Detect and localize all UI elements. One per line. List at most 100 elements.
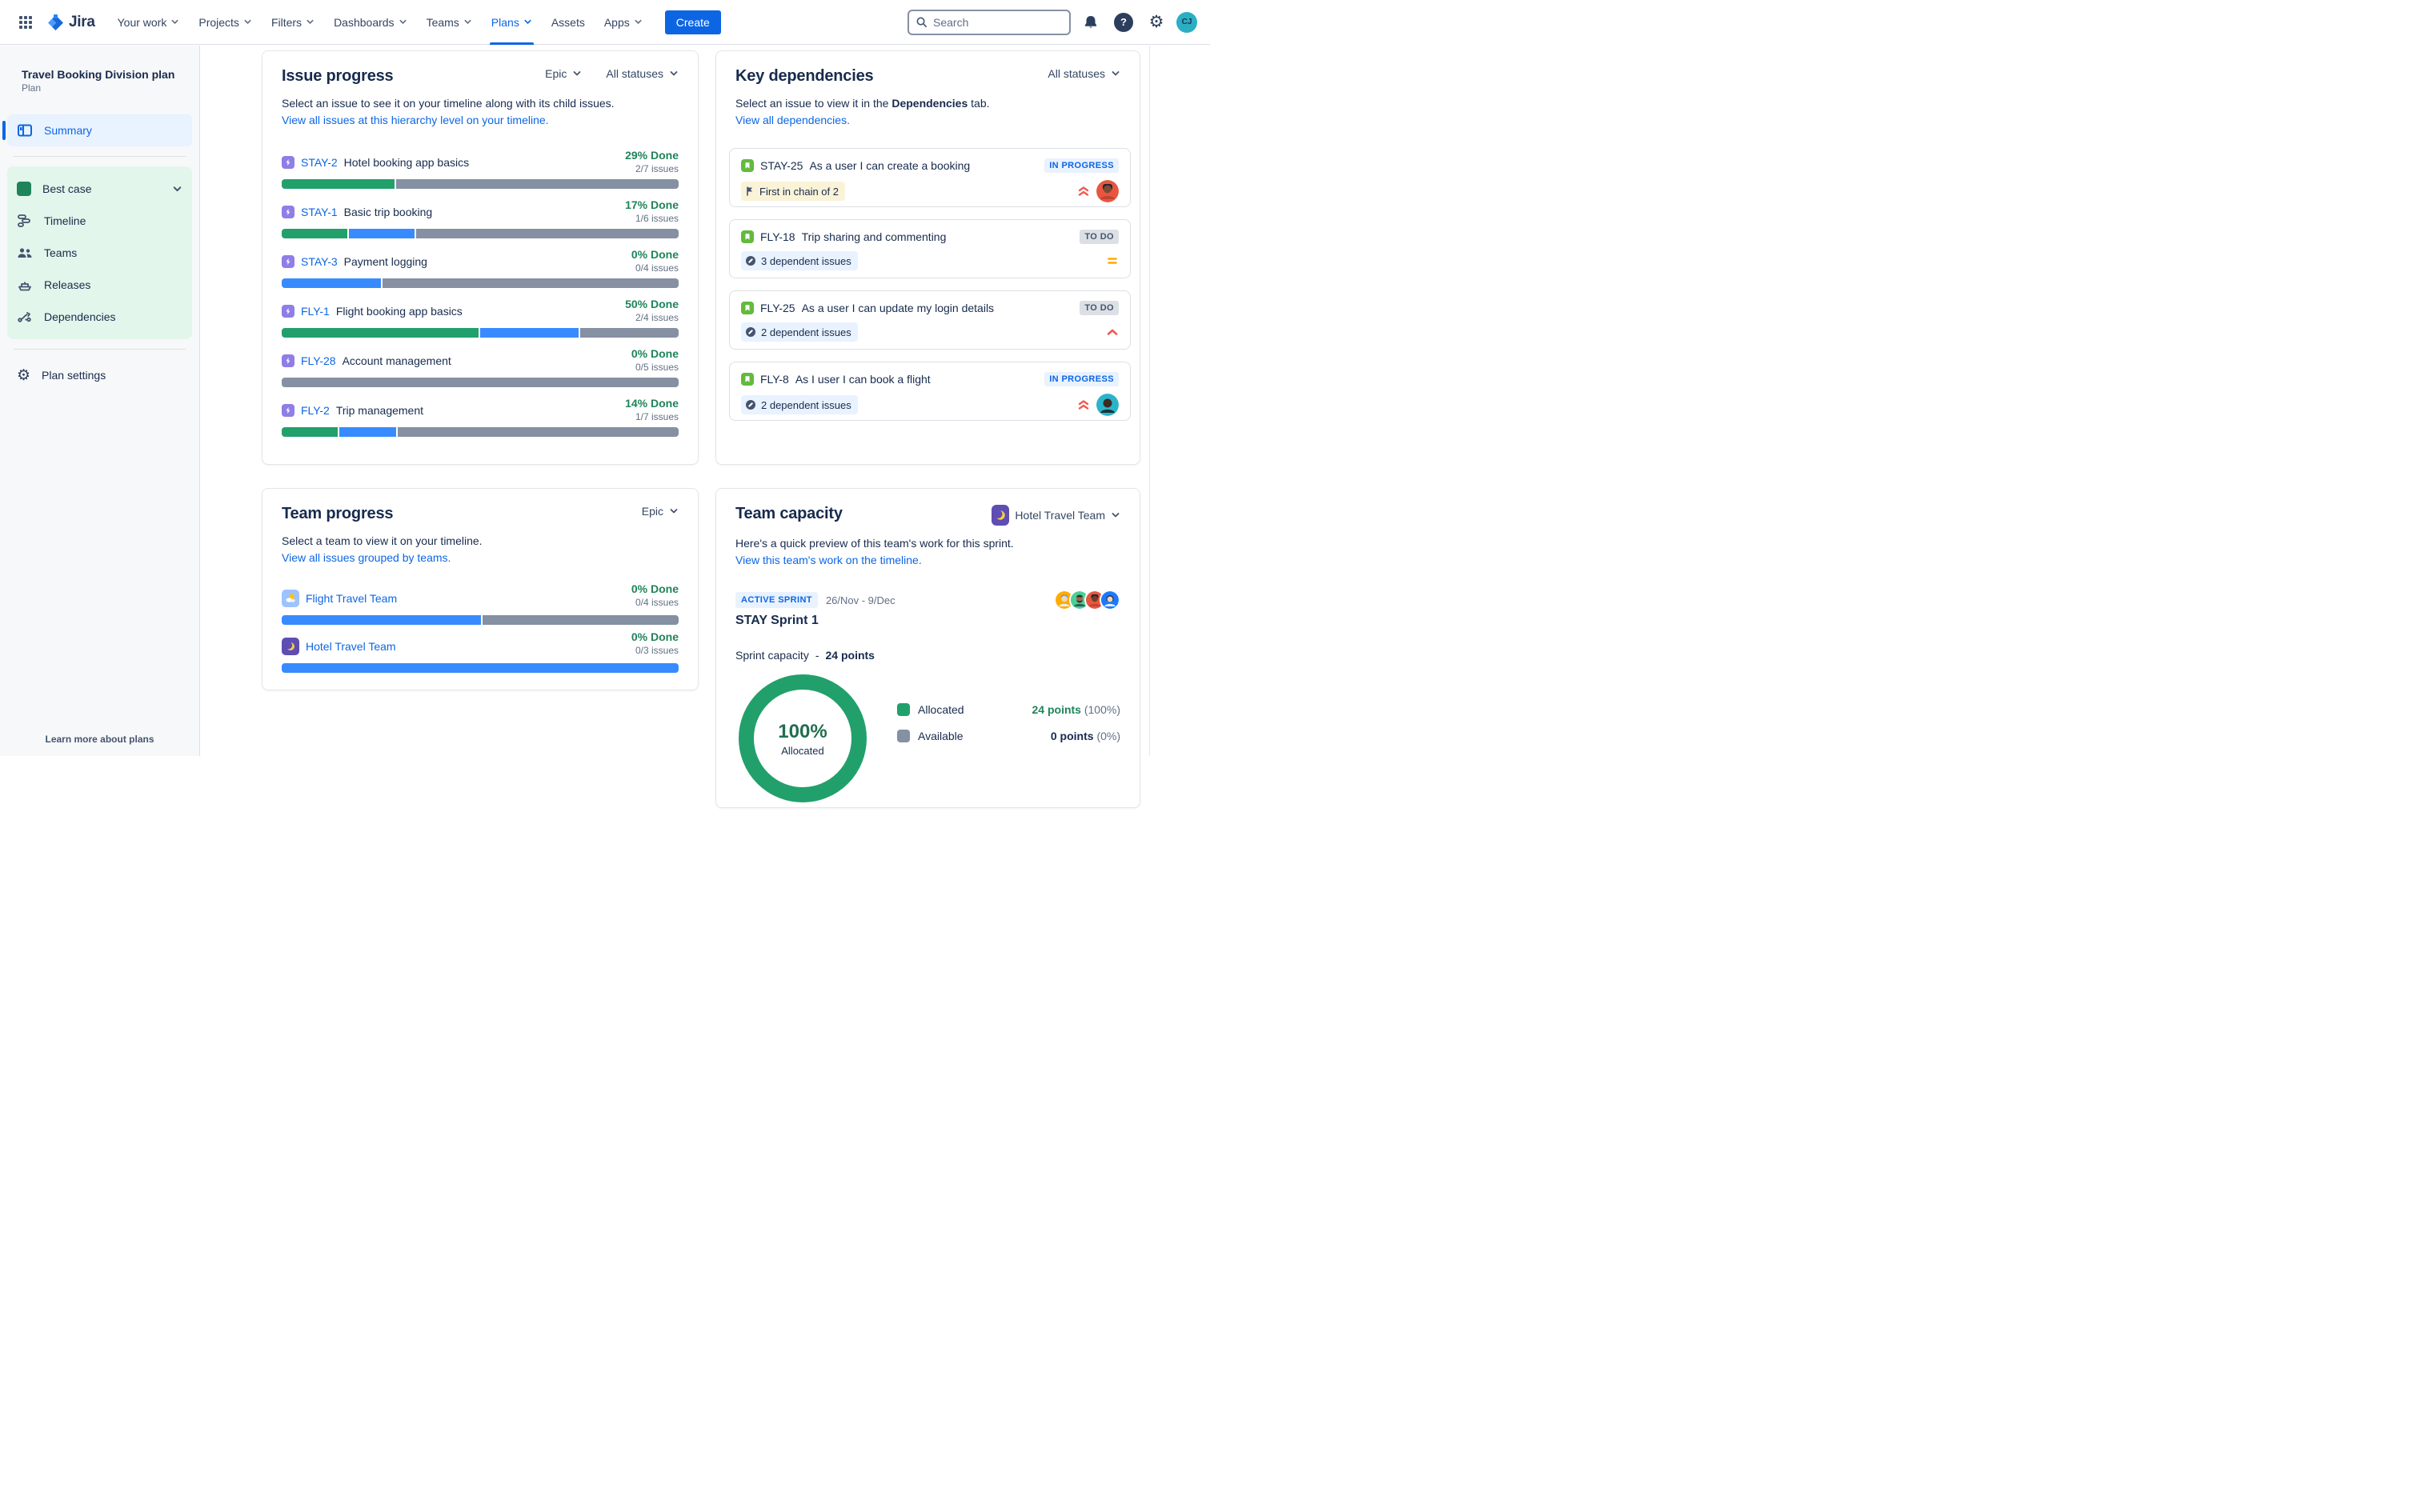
done-segment xyxy=(282,328,479,338)
sidebar-item-label: Plan settings xyxy=(42,369,106,382)
issue-key-link[interactable]: STAY-2 xyxy=(301,156,338,169)
view-all-issues-link[interactable]: View all issues at this hierarchy level … xyxy=(282,112,549,129)
app-switcher-button[interactable] xyxy=(13,10,38,35)
team-name-link[interactable]: Hotel Travel Team xyxy=(306,640,396,653)
team-selector-dropdown[interactable]: Hotel Travel Team xyxy=(992,505,1120,526)
donut-percent: 100% xyxy=(778,720,827,742)
sidebar-item-timeline[interactable]: Timeline xyxy=(7,205,192,237)
status-filter-dropdown[interactable]: All statuses xyxy=(606,67,679,80)
issue-title: Basic trip booking xyxy=(343,206,433,218)
issue-key-link[interactable]: FLY-28 xyxy=(301,354,336,367)
nav-item-assets[interactable]: Assets xyxy=(542,0,595,45)
settings-button[interactable]: ⚙ xyxy=(1144,10,1169,35)
issue-row-fly-28[interactable]: FLY-28 Account management 0% Done 0/5 is… xyxy=(282,347,679,387)
chevron-down-icon xyxy=(635,19,642,24)
todo-segment xyxy=(397,427,679,437)
capacity-separator: - xyxy=(815,649,819,662)
status-filter-dropdown[interactable]: All statuses xyxy=(1048,67,1120,80)
chevron-down-icon xyxy=(524,19,531,24)
dependency-card-fly-8[interactable]: FLY-8 As I user I can book a flight IN P… xyxy=(729,362,1131,421)
top-navigation: Jira Your work Projects Filters Dashboar… xyxy=(0,0,1210,45)
in-progress-segment xyxy=(349,229,415,238)
sidebar-item-dependencies[interactable]: Dependencies xyxy=(7,301,192,333)
progress-bar xyxy=(282,663,679,673)
issue-row-stay-2[interactable]: STAY-2 Hotel booking app basics 29% Done… xyxy=(282,149,679,189)
plan-name: Travel Booking Division plan xyxy=(22,68,175,81)
sidebar-item-label: Timeline xyxy=(44,214,86,227)
dependent-issues-chip: 2 dependent issues xyxy=(741,322,858,342)
nav-item-teams[interactable]: Teams xyxy=(417,0,482,45)
member-avatar xyxy=(1100,590,1120,610)
view-team-work-link[interactable]: View this team's work on the timeline. xyxy=(735,552,922,569)
blocked-icon xyxy=(746,327,755,337)
issue-row-fly-1[interactable]: FLY-1 Flight booking app basics 50% Done… xyxy=(282,298,679,338)
search-input[interactable] xyxy=(933,15,1063,29)
sidebar-item-label: Releases xyxy=(44,278,91,291)
issues-count: 0/4 issues xyxy=(635,597,679,608)
team-row-flight[interactable]: Flight Travel Team 0% Done 0/4 issues xyxy=(282,582,679,625)
dependency-card-fly-25[interactable]: FLY-25 As a user I can update my login d… xyxy=(729,290,1131,350)
dependent-issues-chip: 2 dependent issues xyxy=(741,395,858,414)
epic-icon xyxy=(282,255,294,268)
notifications-button[interactable] xyxy=(1078,10,1104,35)
issue-key-link[interactable]: STAY-1 xyxy=(301,206,338,218)
hierarchy-filter-dropdown[interactable]: Epic xyxy=(642,505,679,518)
sidebar-divider xyxy=(14,156,186,157)
blocked-icon xyxy=(746,256,755,266)
create-button[interactable]: Create xyxy=(664,10,721,34)
available-color-swatch xyxy=(897,730,910,742)
issue-key-link[interactable]: FLY-2 xyxy=(301,404,330,417)
nav-item-your-work[interactable]: Your work xyxy=(108,0,190,45)
plan-type-label: Plan xyxy=(22,82,42,94)
team-row-hotel[interactable]: Hotel Travel Team 0% Done 0/3 issues xyxy=(282,630,679,673)
in-progress-segment xyxy=(282,663,679,673)
scenario-selector[interactable]: Best case xyxy=(7,173,192,205)
priority-highest-icon xyxy=(1078,186,1089,196)
sidebar-item-plan-settings[interactable]: ⚙ Plan settings xyxy=(7,359,192,391)
dependency-card-fly-18[interactable]: FLY-18 Trip sharing and commenting TO DO… xyxy=(729,219,1131,278)
active-sprint-badge: ACTIVE SPRINT xyxy=(735,592,818,608)
todo-segment xyxy=(483,615,679,625)
team-name-link[interactable]: Flight Travel Team xyxy=(306,592,397,605)
sidebar-item-teams[interactable]: Teams xyxy=(7,237,192,269)
sidebar-item-releases[interactable]: Releases xyxy=(7,269,192,301)
legend-row-available: Available 0 points (0%) xyxy=(897,730,1120,742)
issue-row-stay-3[interactable]: STAY-3 Payment logging 0% Done 0/4 issue… xyxy=(282,248,679,288)
sprint-capacity-value: 24 points xyxy=(825,649,875,662)
sidebar-item-summary[interactable]: Summary xyxy=(2,114,192,146)
team-progress-title: Team progress xyxy=(282,505,394,522)
chevron-down-icon xyxy=(1112,513,1120,518)
team-capacity-card: Team capacity Hotel Travel Team Here's a… xyxy=(715,488,1140,808)
issue-row-fly-2[interactable]: FLY-2 Trip management 14% Done 1/7 issue… xyxy=(282,397,679,437)
nav-item-filters[interactable]: Filters xyxy=(262,0,324,45)
nav-item-projects[interactable]: Projects xyxy=(189,0,262,45)
primary-nav-items: Your work Projects Filters Dashboards Te… xyxy=(108,0,652,45)
issue-key: FLY-25 xyxy=(760,302,795,314)
priority-highest-icon xyxy=(1078,400,1089,410)
hotel-team-icon xyxy=(282,638,299,655)
done-segment xyxy=(282,179,395,189)
view-issues-by-teams-link[interactable]: View all issues grouped by teams. xyxy=(282,550,451,566)
gear-icon: ⚙ xyxy=(17,366,31,384)
hierarchy-filter-dropdown[interactable]: Epic xyxy=(545,67,582,80)
progress-bar xyxy=(282,179,679,189)
story-icon xyxy=(741,302,754,314)
jira-logo[interactable]: Jira xyxy=(46,13,95,32)
in-progress-segment xyxy=(339,427,396,437)
issue-key-link[interactable]: FLY-1 xyxy=(301,305,330,318)
dependency-card-stay-25[interactable]: STAY-25 As a user I can create a booking… xyxy=(729,148,1131,207)
nav-item-plans[interactable]: Plans xyxy=(482,0,542,45)
in-progress-segment xyxy=(282,615,482,625)
issue-key-link[interactable]: STAY-3 xyxy=(301,255,338,268)
help-button[interactable]: ? xyxy=(1111,10,1136,35)
issue-row-stay-1[interactable]: STAY-1 Basic trip booking 17% Done 1/6 i… xyxy=(282,198,679,238)
teams-icon xyxy=(17,245,33,261)
search-box[interactable] xyxy=(908,9,1071,35)
view-all-dependencies-link[interactable]: View all dependencies. xyxy=(735,112,850,129)
user-avatar[interactable]: CJ xyxy=(1176,11,1197,33)
allocated-color-swatch xyxy=(897,703,910,716)
nav-item-dashboards[interactable]: Dashboards xyxy=(324,0,417,45)
nav-item-apps[interactable]: Apps xyxy=(595,0,652,45)
issue-title: As a user I can create a booking xyxy=(809,159,971,172)
learn-more-link[interactable]: Learn more about plans xyxy=(0,734,199,745)
